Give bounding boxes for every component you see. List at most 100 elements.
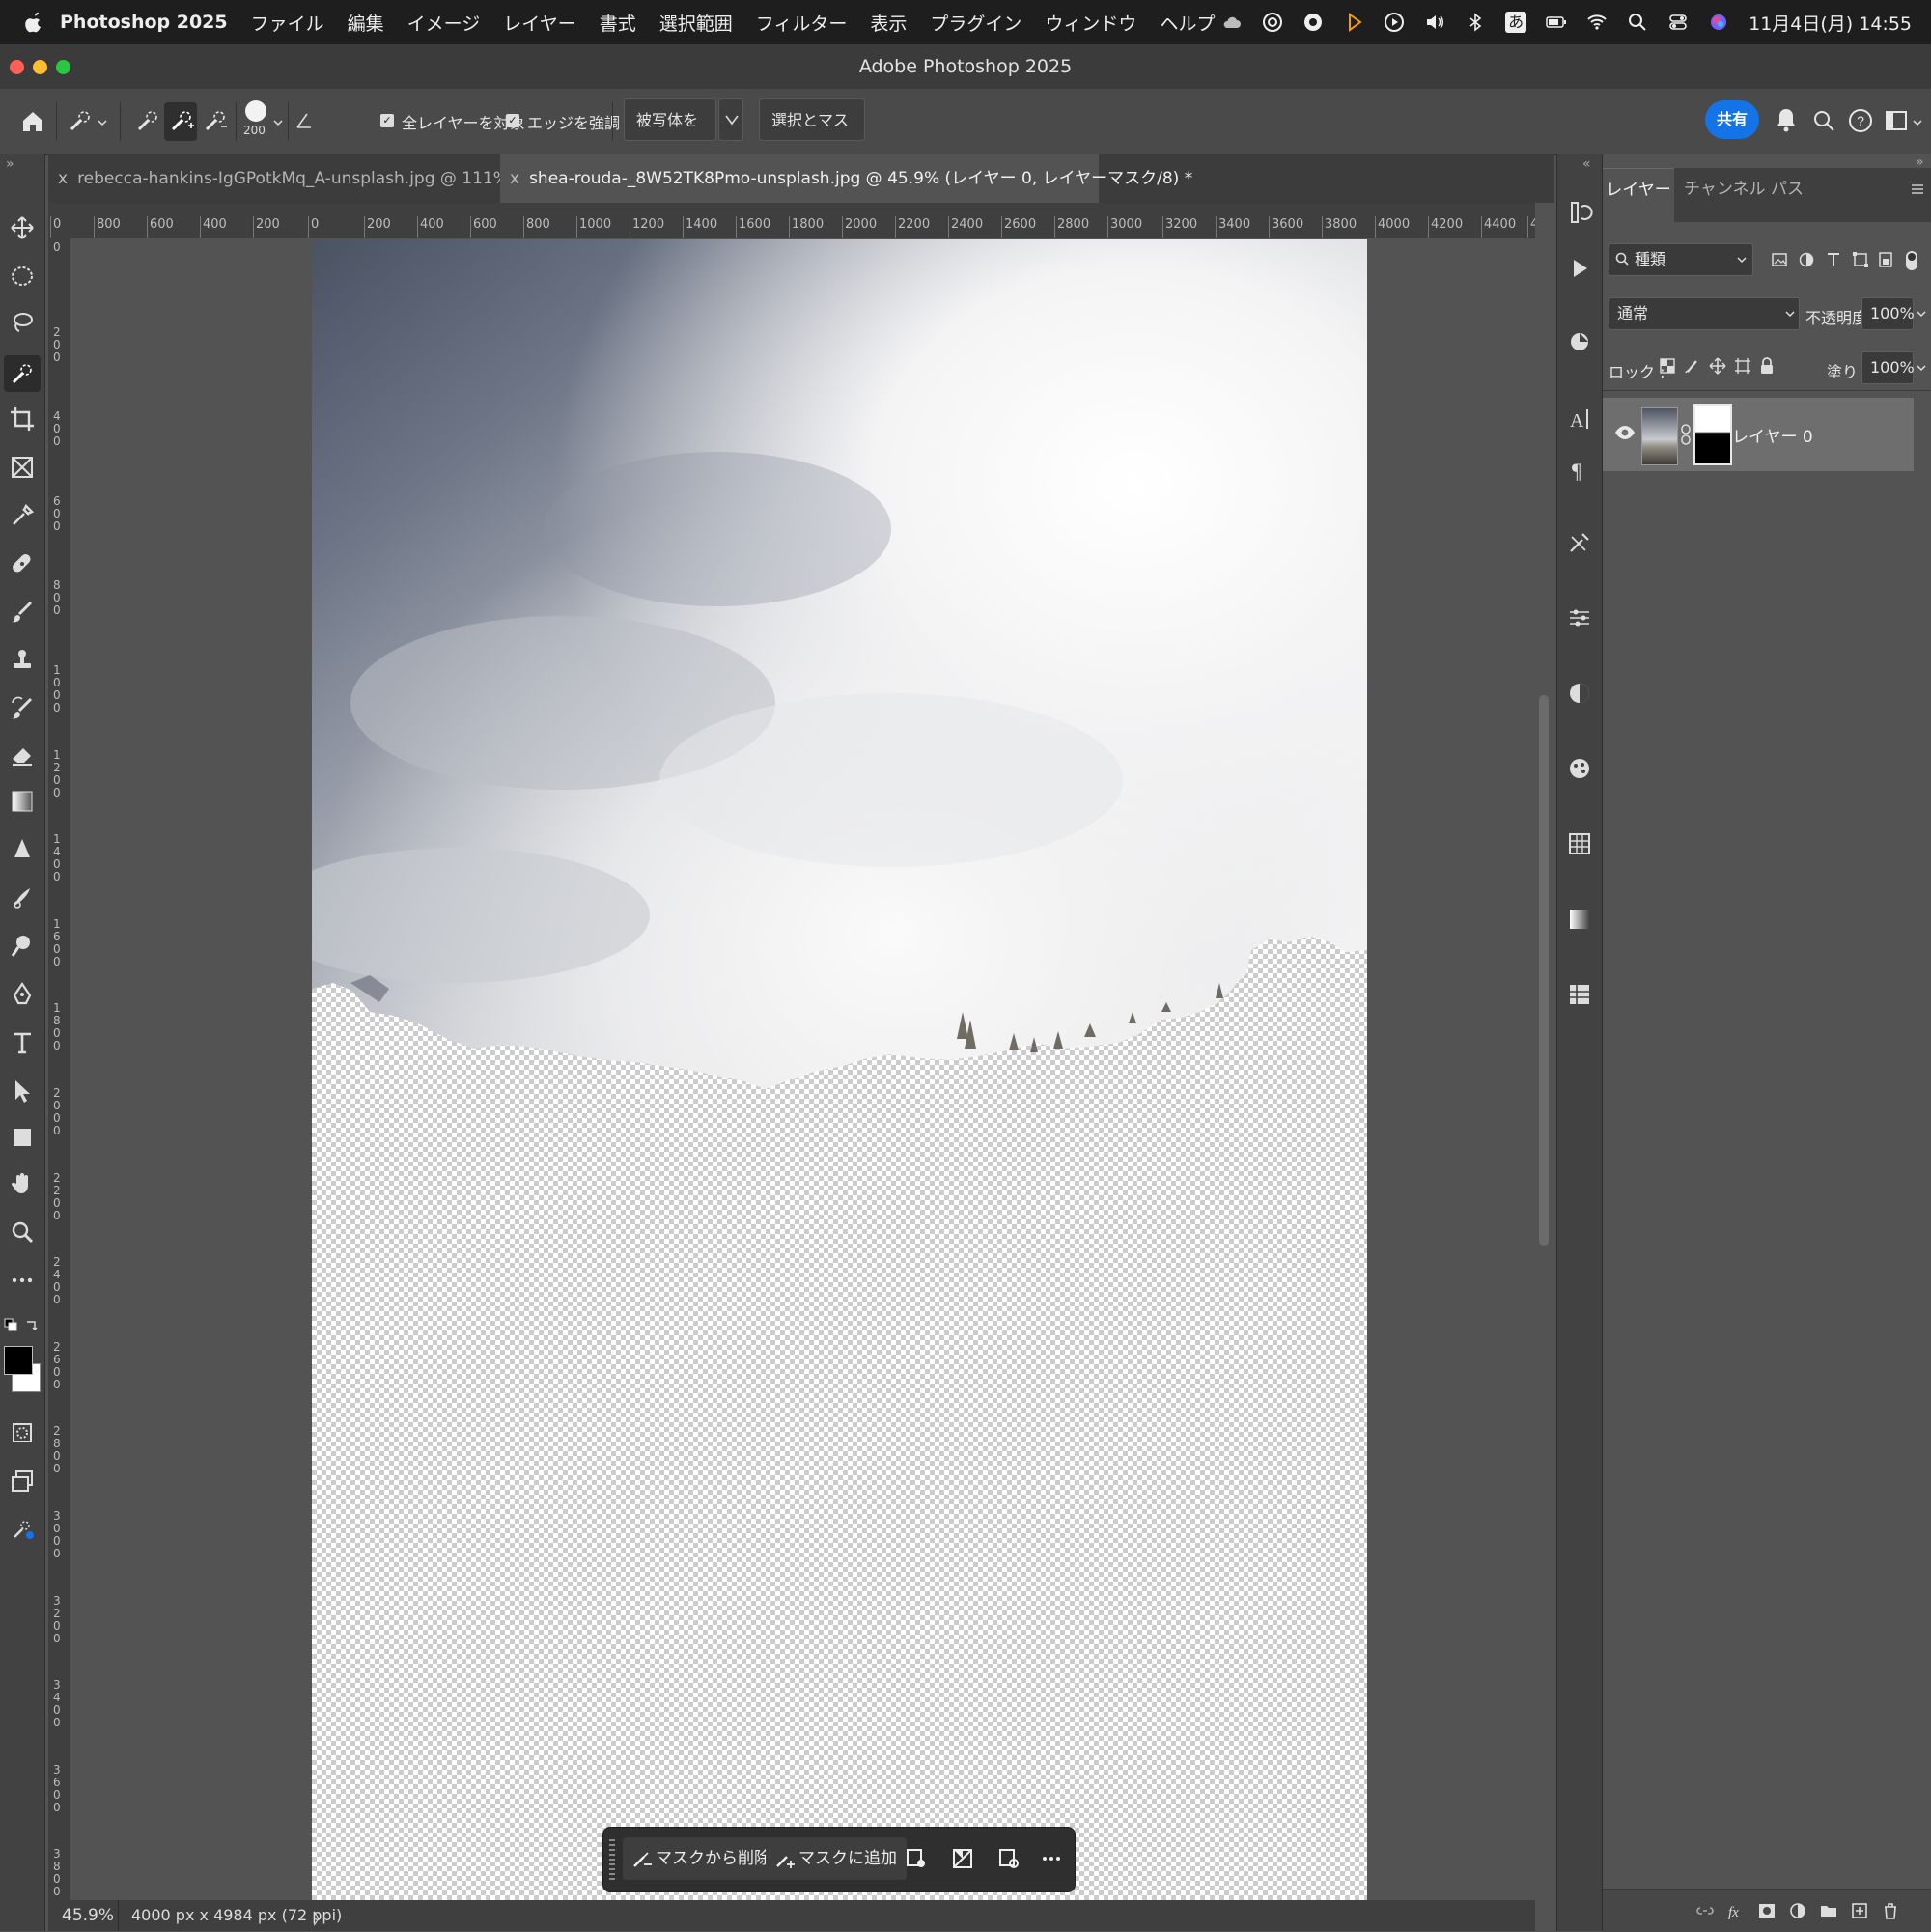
enhance-edge-checkbox[interactable]: ✓	[506, 114, 519, 127]
more-options-icon[interactable]	[1040, 1847, 1063, 1870]
menu-file[interactable]: ファイル	[251, 10, 324, 36]
cloud-icon[interactable]	[1221, 12, 1243, 33]
siri-icon[interactable]	[1708, 12, 1729, 33]
eyedropper-tool[interactable]	[9, 502, 36, 529]
sample-all-layers-checkbox[interactable]: ✓	[380, 114, 394, 127]
screen-mode-icon[interactable]	[9, 1468, 36, 1495]
invert-mask-icon[interactable]	[951, 1847, 974, 1870]
search-icon[interactable]	[1811, 108, 1836, 133]
select-subject-dropdown[interactable]	[718, 98, 743, 141]
app-name-menu[interactable]: Photoshop 2025	[60, 12, 228, 33]
document-tab-rebecca[interactable]: x rebecca-hankins-IgGPotkMq_A-unsplash.jp…	[48, 154, 578, 203]
brush-variant-tool[interactable]	[9, 884, 36, 911]
link-layers-icon[interactable]	[1695, 1901, 1715, 1920]
collapse-strip-icon[interactable]: «	[1582, 156, 1591, 172]
comments-panel-icon[interactable]	[1566, 328, 1593, 355]
lock-position-icon[interactable]	[1709, 357, 1726, 375]
lock-all-icon[interactable]	[1759, 356, 1775, 376]
menu-clock[interactable]: 11月4日(月) 14:55	[1749, 10, 1912, 36]
menu-plugins[interactable]: プラグイン	[930, 10, 1021, 36]
battery-icon[interactable]	[1546, 12, 1567, 33]
layer-name[interactable]: レイヤー 0	[1732, 423, 1813, 447]
delete-layer-trash-icon[interactable]	[1881, 1901, 1900, 1920]
fill-input[interactable]: 100%	[1861, 351, 1915, 384]
apple-logo-icon[interactable]	[23, 11, 44, 34]
chevron-down-icon[interactable]	[272, 118, 284, 127]
share-button[interactable]: 共有	[1705, 100, 1759, 139]
lock-image-pixels-icon[interactable]	[1684, 357, 1701, 375]
path-selection-tool[interactable]	[9, 1078, 36, 1105]
paragraph-panel-icon[interactable]: ¶	[1566, 456, 1593, 483]
menu-edit[interactable]: 編集	[348, 10, 384, 36]
mask-link-icon[interactable]	[1680, 423, 1692, 446]
document-canvas[interactable]	[312, 239, 1367, 1900]
collapse-toolbar-icon[interactable]: »	[6, 156, 14, 172]
pen-tool[interactable]	[9, 981, 36, 1008]
brush-preview-icon[interactable]	[245, 100, 266, 122]
panel-menu-icon[interactable]	[1910, 182, 1925, 197]
menu-window[interactable]: ウィンドウ	[1045, 10, 1136, 36]
layer-row[interactable]: レイヤー 0	[1603, 398, 1914, 471]
drag-handle[interactable]	[609, 1839, 615, 1880]
lock-artboard-icon[interactable]	[1734, 357, 1751, 375]
new-adjustment-layer-icon[interactable]	[1788, 1901, 1807, 1920]
dodge-tool[interactable]	[9, 933, 36, 960]
menu-image[interactable]: イメージ	[407, 10, 481, 36]
select-subject-button[interactable]: 被写体を選択	[624, 98, 716, 172]
control-center-icon[interactable]	[1667, 12, 1689, 33]
quick-mask-icon[interactable]	[9, 1419, 36, 1446]
smart-object-filter-icon[interactable]	[1877, 251, 1894, 268]
menu-layer[interactable]: レイヤー	[503, 10, 575, 36]
edit-toolbar-icon[interactable]	[9, 1516, 36, 1543]
gradients-panel-icon[interactable]	[1566, 906, 1593, 933]
libraries-panel-icon[interactable]	[1566, 981, 1593, 1008]
opacity-input[interactable]: 100%	[1861, 297, 1915, 330]
elliptical-marquee-tool[interactable]	[9, 263, 36, 290]
add-mask-icon[interactable]	[1757, 1901, 1777, 1920]
foreground-color-swatch[interactable]	[4, 1346, 33, 1375]
spotlight-search-icon[interactable]	[1627, 12, 1648, 33]
vlc-icon[interactable]	[1343, 12, 1364, 33]
subtract-from-mask-button[interactable]: マスクから削除	[623, 1837, 780, 1880]
select-and-mask-button[interactable]: 選択とマスク...	[759, 98, 865, 172]
eraser-tool[interactable]	[9, 742, 36, 769]
mask-refine-icon[interactable]	[905, 1847, 928, 1870]
move-tool[interactable]	[9, 214, 36, 241]
play-icon[interactable]	[1384, 12, 1405, 33]
quick-selection-preset-icon[interactable]	[66, 108, 93, 135]
horizontal-ruler[interactable]: 0 800 600 400 200 0 200 400 600 800 1000 1200 1400 16…	[48, 203, 1535, 238]
type-layer-filter-icon[interactable]	[1825, 251, 1842, 268]
add-to-selection-button[interactable]	[164, 102, 197, 141]
adjustment-layer-filter-icon[interactable]	[1798, 251, 1815, 268]
menu-type[interactable]: 書式	[600, 10, 636, 36]
close-tab-icon[interactable]: x	[510, 169, 519, 188]
tab-channels[interactable]: チャンネル	[1684, 168, 1766, 222]
layer-filter-select[interactable]: 種類	[1609, 243, 1753, 276]
add-to-mask-button[interactable]: マスクに追加	[766, 1837, 907, 1880]
frame-tool[interactable]	[9, 454, 36, 481]
zoom-tool[interactable]	[9, 1218, 36, 1246]
status-menu-arrow[interactable]: 〉	[313, 1906, 328, 1929]
rectangle-tool[interactable]	[9, 1124, 36, 1151]
history-panel-icon[interactable]	[1566, 199, 1593, 226]
crop-tool[interactable]	[9, 406, 36, 433]
brush-settings-panel-icon[interactable]	[1566, 529, 1593, 556]
creative-cloud-icon[interactable]	[1262, 12, 1283, 33]
help-icon[interactable]: ?	[1848, 108, 1873, 133]
lasso-tool[interactable]	[9, 309, 36, 336]
layer-style-fx-icon[interactable]: fx	[1726, 1901, 1746, 1920]
chevron-down-icon[interactable]	[97, 118, 108, 127]
type-tool[interactable]	[9, 1029, 36, 1056]
document-tab-shea[interactable]: x shea-rouda-_8W52TK8Pmo-unsplash.jpg @ 4…	[500, 154, 1192, 203]
history-brush-tool[interactable]	[9, 695, 36, 722]
quick-selection-tool[interactable]	[4, 355, 41, 392]
gradient-tool[interactable]	[9, 788, 36, 815]
new-group-folder-icon[interactable]	[1819, 1901, 1838, 1920]
workspace-icon[interactable]	[1885, 108, 1908, 133]
new-selection-icon[interactable]	[133, 108, 160, 135]
home-icon[interactable]	[19, 108, 46, 135]
document-info[interactable]: 4000 px x 4984 px (72 ppi)	[131, 1906, 342, 1924]
chevron-down-icon[interactable]	[1916, 309, 1927, 319]
filter-toggle[interactable]	[1906, 251, 1917, 270]
close-tab-icon[interactable]: x	[58, 169, 68, 188]
